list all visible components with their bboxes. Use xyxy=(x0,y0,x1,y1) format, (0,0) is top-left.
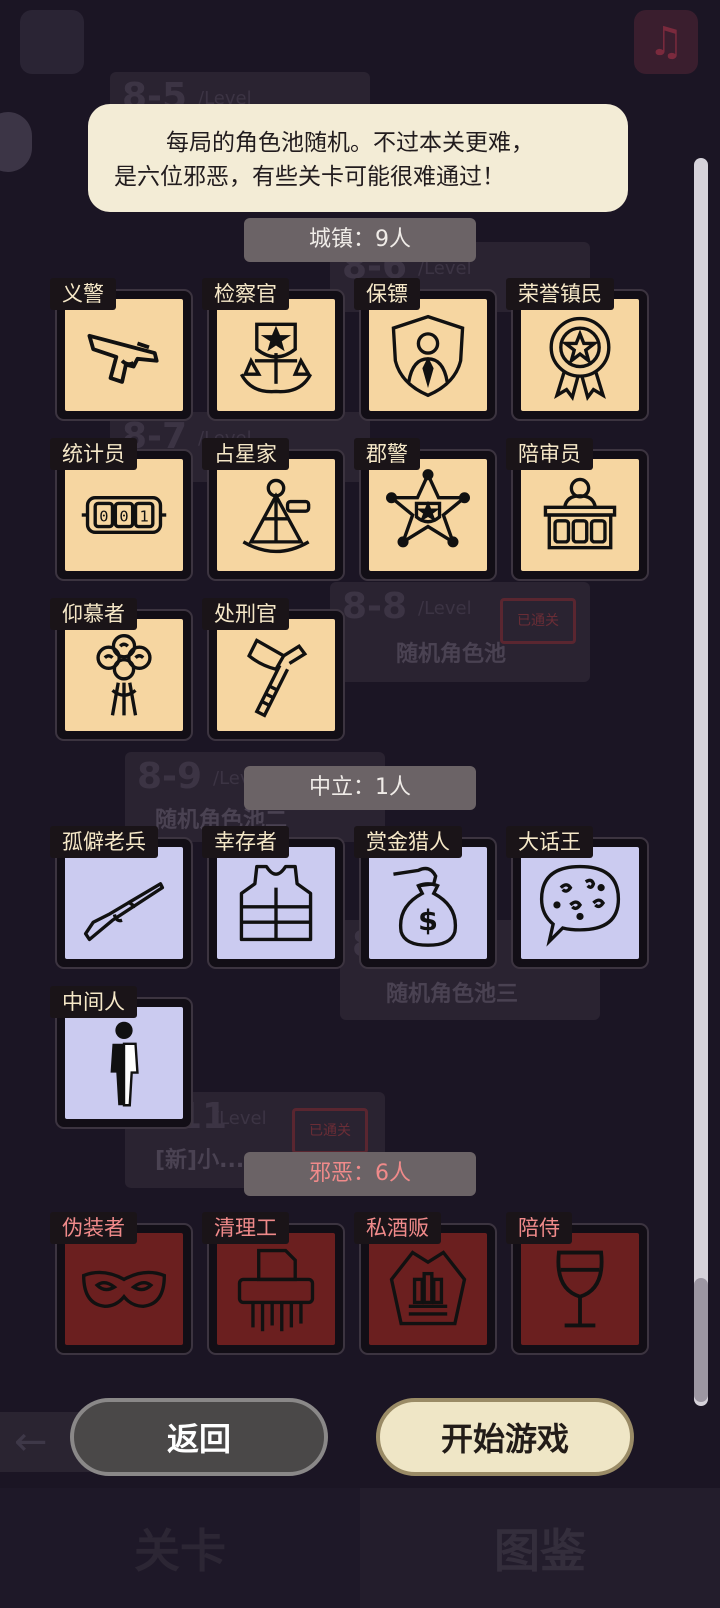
sheriff-star-icon xyxy=(386,469,470,548)
role-name: 郡警 xyxy=(354,438,420,470)
role-name: 孤僻老兵 xyxy=(50,826,158,858)
role-name: 中间人 xyxy=(50,986,137,1018)
cleared-stamp: 已通关 xyxy=(292,1108,368,1154)
level-suffix: /Level xyxy=(213,1108,267,1129)
section-neutral-label: 中立：1人 xyxy=(244,766,476,810)
coat-bottles-icon xyxy=(389,1250,467,1326)
section-evil-label: 邪恶：6人 xyxy=(244,1152,476,1196)
svg-text:0: 0 xyxy=(119,508,128,526)
role-name: 保镖 xyxy=(354,278,420,310)
role-name: 大话王 xyxy=(506,826,593,858)
svg-text:1: 1 xyxy=(140,508,149,526)
notes-icon xyxy=(20,10,84,74)
role-card-juror[interactable]: 陪审员 xyxy=(506,438,650,581)
level-name: [新]小... xyxy=(155,1148,245,1173)
medal-icon xyxy=(549,316,611,401)
role-card-escort[interactable]: 陪侍 xyxy=(506,1212,650,1355)
svg-text:0: 0 xyxy=(99,508,108,526)
scrollbar-thumb[interactable] xyxy=(694,1278,708,1402)
shield-person-icon xyxy=(391,314,465,398)
role-card-disguiser[interactable]: 伪装者 xyxy=(50,1212,194,1355)
tab-levels: 关卡 xyxy=(0,1488,360,1608)
role-name: 伪装者 xyxy=(50,1212,137,1244)
level-suffix: /Level xyxy=(418,598,472,619)
level-number: 8-9 xyxy=(137,756,203,797)
role-card-sheriff[interactable]: 郡警 xyxy=(354,438,498,581)
tab-codex: 图鉴 xyxy=(360,1488,720,1608)
justice-emblem-icon xyxy=(239,322,313,394)
role-name: 赏金猎人 xyxy=(354,826,462,858)
start-game-button[interactable]: 开始游戏 xyxy=(376,1398,634,1476)
counter-icon: 0 0 1 xyxy=(81,496,167,534)
speech-bubble-icon xyxy=(539,864,621,947)
role-card-bodyguard[interactable]: 保镖 xyxy=(354,278,498,421)
vest-icon xyxy=(239,864,313,942)
bouquet-icon xyxy=(96,633,152,716)
wine-glass-icon xyxy=(556,1250,604,1328)
role-name: 占星家 xyxy=(202,438,289,470)
role-name: 检察官 xyxy=(202,278,289,310)
music-icon: ♫ xyxy=(634,10,698,74)
sextant-icon xyxy=(242,478,311,554)
shredder-icon xyxy=(237,1248,315,1332)
section-town-label: 城镇：9人 xyxy=(244,218,476,262)
role-name: 陪侍 xyxy=(506,1212,572,1244)
role-card-survivor[interactable]: 幸存者 xyxy=(202,826,346,969)
role-name: 清理工 xyxy=(202,1212,289,1244)
role-card-prosecutor[interactable]: 检察官 xyxy=(202,278,346,421)
chat-bubble-icon xyxy=(0,112,32,172)
axe-icon xyxy=(247,638,308,718)
role-card-executioner[interactable]: 处刑官 xyxy=(202,598,346,741)
role-name: 荣誉镇民 xyxy=(506,278,614,310)
role-card-honored-citizen[interactable]: 荣誉镇民 xyxy=(506,278,650,421)
mask-icon xyxy=(81,1270,167,1308)
level-name: 随机角色池三 xyxy=(386,982,519,1007)
role-name: 处刑官 xyxy=(202,598,289,630)
role-card-bootlegger[interactable]: 私酒贩 xyxy=(354,1212,498,1355)
role-name: 义警 xyxy=(50,278,116,310)
scrollbar[interactable] xyxy=(694,158,708,1406)
role-name: 统计员 xyxy=(50,438,137,470)
cleared-stamp: 已通关 xyxy=(500,598,576,644)
role-name: 陪审员 xyxy=(506,438,593,470)
role-card-admirer[interactable]: 仰慕者 xyxy=(50,598,194,741)
role-card-statistician[interactable]: 0 0 1 统计员 xyxy=(50,438,194,581)
role-card-bounty-hunter[interactable]: $ 赏金猎人 xyxy=(354,826,498,969)
role-card-vigilante[interactable]: 义警 xyxy=(50,278,194,421)
tip-line-1: 每局的角色池随机。不过本关更难， xyxy=(166,130,534,156)
level-number: 8-8 xyxy=(342,586,408,627)
svg-text:$: $ xyxy=(418,903,438,937)
jury-box-icon xyxy=(543,477,617,550)
role-name: 幸存者 xyxy=(202,826,289,858)
money-bag-icon: $ xyxy=(393,866,458,947)
role-card-janitor[interactable]: 清理工 xyxy=(202,1212,346,1355)
half-person-icon xyxy=(110,1021,139,1107)
role-card-middleman[interactable]: 中间人 xyxy=(50,986,194,1129)
role-name: 私酒贩 xyxy=(354,1212,441,1244)
tip-line-2: 是六位邪恶，有些关卡可能很难通过！ xyxy=(114,164,505,190)
role-name: 仰慕者 xyxy=(50,598,137,630)
role-card-braggart[interactable]: 大话王 xyxy=(506,826,650,969)
role-card-veteran[interactable]: 孤僻老兵 xyxy=(50,826,194,969)
pistol-icon xyxy=(87,333,159,384)
back-button[interactable]: 返回 xyxy=(70,1398,328,1476)
rifle-icon xyxy=(83,882,165,942)
bottom-tab-bar: 关卡 图鉴 xyxy=(0,1488,720,1608)
tip-message: 每局的角色池随机。不过本关更难， 是六位邪恶，有些关卡可能很难通过！ xyxy=(88,104,628,212)
level-name: 随机角色池 xyxy=(396,642,507,667)
role-card-astrologer[interactable]: 占星家 xyxy=(202,438,346,581)
